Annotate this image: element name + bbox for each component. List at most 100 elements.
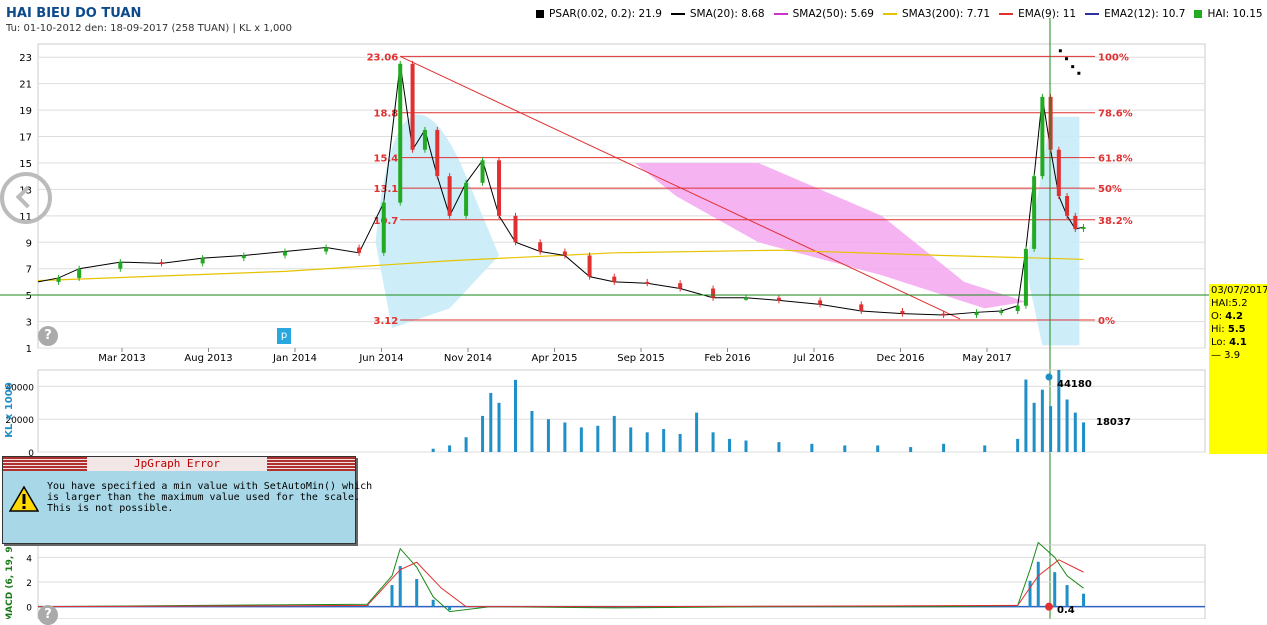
volume-bar	[876, 445, 880, 452]
candle-body	[941, 313, 946, 316]
volume-bar	[678, 433, 682, 452]
price-x-tick-label: Jul 2016	[793, 353, 835, 364]
fibonacci-percent-label: 38.2%	[1098, 216, 1133, 227]
volume-bar	[497, 402, 501, 452]
macd-histogram-bar	[448, 606, 452, 611]
volume-last-label: 18037	[1096, 417, 1131, 428]
candle-body	[1040, 96, 1045, 177]
price-x-tick-label: Apr 2015	[532, 353, 578, 364]
psar-dot	[1071, 65, 1075, 69]
volume-bar	[1065, 399, 1069, 452]
candle-body	[1056, 149, 1061, 196]
price-x-tick-label: Jan 2014	[272, 353, 317, 364]
price-y-tick-label: 17	[19, 133, 32, 144]
candle-body	[410, 63, 415, 150]
volume-plot-frame	[37, 369, 1206, 453]
macd-signal-line	[37, 559, 1084, 608]
price-x-tick-label: Dec 2016	[877, 353, 925, 364]
info-date: 03/07/2017	[1211, 285, 1267, 296]
previous-chevron-icon[interactable]	[0, 172, 52, 224]
macd-y-tick-label: 2	[26, 579, 32, 589]
price-x-tick-label: Jun 2014	[358, 353, 403, 364]
price-x-tick-label: Nov 2014	[444, 353, 492, 364]
price-x-tick-label: Mar 2013	[98, 353, 146, 364]
candle-body	[776, 297, 781, 301]
price-x-tick-label: Sep 2015	[617, 353, 664, 364]
volume-bar	[1032, 402, 1036, 452]
volume-bar	[983, 445, 987, 452]
candle-body	[859, 304, 864, 311]
price-plot-frame	[37, 43, 1206, 349]
volume-panel: 02000040000KL x 1000 4418018037	[4, 369, 1206, 459]
fibonacci-percent-label: 50%	[1098, 184, 1122, 195]
volume-bar	[662, 429, 666, 452]
volume-bar	[464, 437, 468, 452]
volume-bar	[596, 425, 600, 452]
macd-histogram-bar	[1082, 593, 1086, 607]
candle-body	[1023, 248, 1028, 306]
volume-bar	[728, 438, 732, 452]
candle-body	[422, 129, 427, 150]
candle-body	[513, 215, 518, 243]
candle-body	[900, 310, 905, 314]
macd-histogram-bar	[390, 585, 394, 607]
help-icon[interactable]: ?	[38, 605, 58, 625]
candle-body	[645, 281, 650, 284]
psar-dot	[1065, 57, 1069, 61]
candle-body	[678, 283, 683, 289]
macd-line	[37, 541, 1084, 613]
volume-bar	[563, 422, 567, 452]
macd-last-label: 0.4	[1057, 605, 1075, 616]
candle-body	[1081, 227, 1086, 230]
volume-bar	[744, 440, 748, 452]
p-marker[interactable]: p	[277, 328, 291, 344]
fibonacci-value-label: 15.4	[374, 154, 399, 165]
help-icon[interactable]: ?	[38, 326, 58, 346]
candle-body	[587, 255, 592, 277]
psar-dot	[1058, 49, 1062, 53]
ohlc-info-box: 03/07/2017 HAI:5.2 O: 4.2 Hi: 5.5 Lo: 4.…	[1209, 284, 1267, 454]
candle-body	[711, 288, 716, 298]
price-y-tick-label: 21	[19, 80, 32, 91]
macd-histogram-bar	[398, 566, 402, 607]
candle-body	[1048, 96, 1053, 150]
volume-bar	[777, 442, 781, 452]
volume-bar	[645, 432, 649, 452]
candle-body	[464, 182, 469, 216]
candle-body	[818, 300, 823, 305]
volume-bar	[942, 443, 946, 452]
volume-axis-label: KL x 1000	[4, 382, 15, 437]
candle-body	[1032, 176, 1037, 249]
price-y-tick-label: 3	[26, 318, 32, 329]
price-y-tick-label: 19	[19, 106, 32, 117]
price-y-tick-label: 5	[26, 291, 32, 302]
volume-bar	[1082, 422, 1086, 452]
volume-bar	[843, 445, 847, 452]
volume-peak-label: 44180	[1057, 379, 1092, 390]
volume-bar	[546, 419, 550, 452]
error-dialog-header: JpGraph Error	[3, 457, 355, 471]
candle-body	[612, 276, 617, 282]
candle-body	[241, 255, 246, 259]
candle-body	[282, 251, 287, 256]
fibonacci-percent-label: 100%	[1098, 52, 1129, 63]
macd-histogram-bar	[1065, 585, 1069, 607]
cloud-pink-area	[634, 162, 1026, 309]
volume-bar	[481, 415, 485, 452]
volume-bar	[629, 427, 633, 452]
volume-bar	[810, 443, 814, 452]
candle-body	[744, 297, 748, 300]
info-open: O: 4.2	[1211, 311, 1243, 322]
macd-marker-dot	[1045, 602, 1053, 611]
candle-body	[357, 247, 362, 253]
price-x-tick-label: May 2017	[962, 353, 1011, 364]
candle-body	[398, 63, 403, 203]
macd-panel: 0 2 4 MACD (6, 19, 9) 0.4	[5, 541, 1206, 619]
macd-histogram-bar	[1028, 580, 1032, 607]
candle-body	[1015, 305, 1020, 311]
candle-body	[562, 251, 567, 256]
candle-body	[159, 262, 164, 265]
volume-bar	[1049, 406, 1053, 452]
candle-body	[1073, 215, 1078, 230]
fibonacci-value-label: 10.7	[374, 216, 399, 227]
